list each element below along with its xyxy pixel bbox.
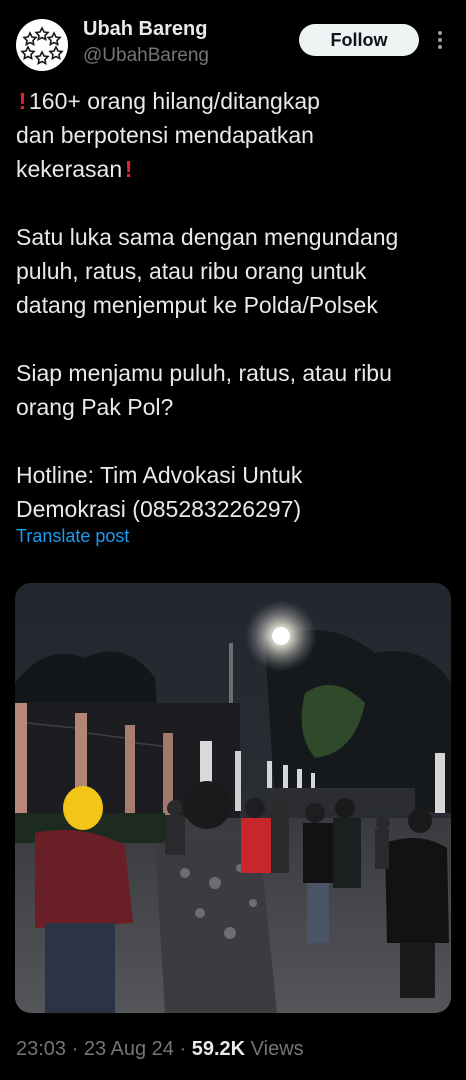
post-paragraph-1: ! 160+ orang hilang/ditangkap	[16, 84, 456, 118]
more-vertical-icon[interactable]	[430, 27, 450, 53]
post-line: orang Pak Pol?	[16, 394, 174, 420]
translate-post-link[interactable]: Translate post	[16, 526, 129, 547]
meta-separator: ·	[173, 1038, 192, 1060]
meta-separator: ·	[66, 1038, 84, 1060]
post-line: puluh, ratus, atau ribu orang untuk	[16, 258, 367, 284]
post-text: ! 160+ orang hilang/ditangkap dan berpote…	[16, 84, 456, 526]
red-exclamation-emoji-icon: !	[18, 88, 27, 114]
author-display-name[interactable]: Ubah Bareng	[83, 18, 207, 41]
author-handle[interactable]: @UbahBareng	[83, 45, 209, 67]
post-line: Hotline: Tim Advokasi Untuk	[16, 462, 303, 488]
red-exclamation-emoji-icon: !	[124, 156, 133, 182]
star-ring-logo-icon	[20, 26, 64, 65]
follow-button[interactable]: Follow	[299, 24, 419, 56]
post-date[interactable]: 23 Aug 24	[84, 1038, 174, 1060]
night-street-crowd-photo	[15, 583, 451, 1013]
post-photo[interactable]	[15, 583, 451, 1013]
post-line: Siap menjamu puluh, ratus, atau ribu	[16, 360, 392, 386]
post-line: dan berpotensi mendapatkan	[16, 122, 314, 148]
views-label: Views	[245, 1038, 304, 1060]
post-meta: 23:03 · 23 Aug 24 · 59.2K Views	[16, 1038, 304, 1061]
post-line: Satu luka sama dengan mengundang	[16, 224, 399, 250]
author-avatar[interactable]	[16, 19, 68, 71]
post-line: Demokrasi (085283226297)	[16, 496, 302, 522]
post-line: kekerasan	[16, 156, 123, 182]
post-line: 160+ orang hilang/ditangkap	[29, 88, 320, 114]
post-time[interactable]: 23:03	[16, 1038, 66, 1060]
post-header: Ubah Bareng @UbahBareng Follow	[0, 0, 466, 86]
post-line: datang menjemput ke Polda/Polsek	[16, 292, 378, 318]
views-count[interactable]: 59.2K	[192, 1038, 245, 1060]
